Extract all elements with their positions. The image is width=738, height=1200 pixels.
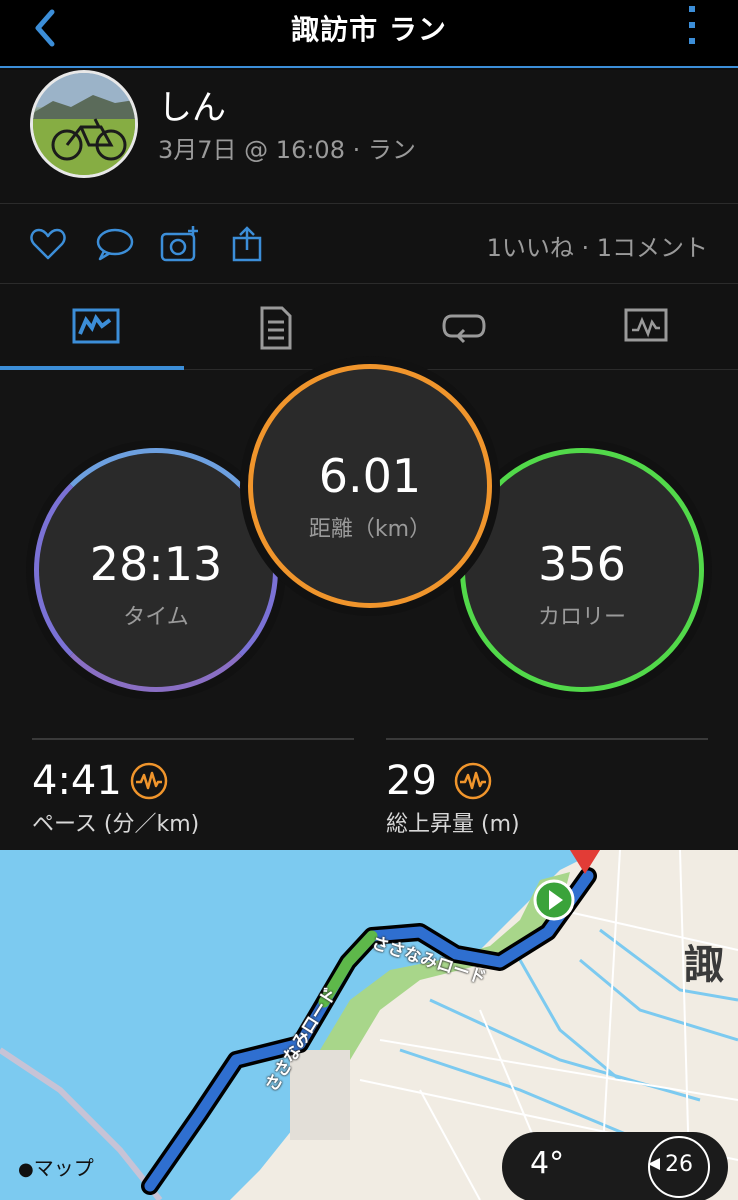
camera-add-icon: [160, 226, 198, 262]
user-name[interactable]: しん: [158, 80, 226, 129]
time-label: タイム: [123, 605, 189, 630]
distance-value: 6.01: [318, 449, 422, 503]
wind-speed: 26: [665, 1152, 693, 1177]
charts-icon: [624, 308, 668, 342]
calories-label: カロリー: [537, 605, 626, 630]
temperature: 4°: [530, 1146, 565, 1181]
overview-icon: [72, 308, 120, 344]
calories-value: 356: [538, 537, 626, 591]
summary-stats: 28:13 タイム 356 カロリー 6.01 距離（km） 4:41 ペース …: [0, 364, 738, 850]
divider: [32, 738, 354, 740]
pace-label: ペース (分／km): [32, 812, 200, 837]
tab-overview[interactable]: [0, 284, 184, 370]
tab-details[interactable]: [184, 284, 368, 370]
route-map[interactable]: ささなみロード ささなみロード 諏 ●マップ 4° 26: [0, 850, 738, 1200]
time-value: 28:13: [89, 537, 223, 591]
wind-indicator: 26: [648, 1136, 710, 1198]
activity-owner: しん 3月7日 @ 16:08 · ラン: [0, 70, 738, 204]
time-ring[interactable]: 28:13 タイム: [34, 448, 278, 692]
tab-charts[interactable]: [552, 284, 736, 370]
top-bar: 諏訪市 ラン: [0, 0, 738, 68]
divider: [386, 738, 708, 740]
social-actions: 1いいね · 1コメント: [0, 204, 738, 284]
more-vertical-icon: [689, 6, 695, 44]
share-button[interactable]: [228, 224, 268, 264]
add-photo-button[interactable]: [160, 224, 200, 264]
city-label: 諏: [684, 942, 724, 988]
comment-icon: [96, 228, 134, 261]
details-icon: [260, 306, 292, 350]
start-marker[interactable]: [533, 879, 575, 921]
activity-meta: 3月7日 @ 16:08 · ラン: [158, 136, 416, 164]
distance-label: 距離（km）: [308, 517, 432, 542]
comment-button[interactable]: [94, 224, 134, 264]
weather-widget[interactable]: 4° 26: [502, 1132, 728, 1200]
elevation-chart-icon[interactable]: [454, 762, 492, 800]
bicycle-photo: [33, 73, 135, 175]
pace-chart-icon[interactable]: [130, 762, 168, 800]
distance-ring[interactable]: 6.01 距離（km）: [248, 364, 492, 608]
pace-value: 4:41: [32, 758, 122, 804]
like-comment-counts[interactable]: 1いいね · 1コメント: [487, 228, 708, 263]
elevation-label: 総上昇量 (m): [386, 812, 520, 837]
activity-tabs: [0, 284, 738, 370]
page-title: 諏訪市 ラン: [291, 13, 447, 46]
elevation-value: 29: [386, 758, 437, 804]
share-icon: [232, 226, 262, 262]
tab-laps[interactable]: [368, 284, 552, 370]
apple-logo-icon: ●: [18, 1159, 34, 1180]
more-button[interactable]: [684, 4, 700, 48]
like-button[interactable]: [28, 224, 68, 264]
laps-icon: [442, 314, 486, 344]
calories-ring[interactable]: 356 カロリー: [460, 448, 704, 692]
avatar[interactable]: [30, 70, 138, 178]
heart-icon: [30, 228, 66, 260]
map-attribution: ●マップ: [18, 1156, 94, 1180]
